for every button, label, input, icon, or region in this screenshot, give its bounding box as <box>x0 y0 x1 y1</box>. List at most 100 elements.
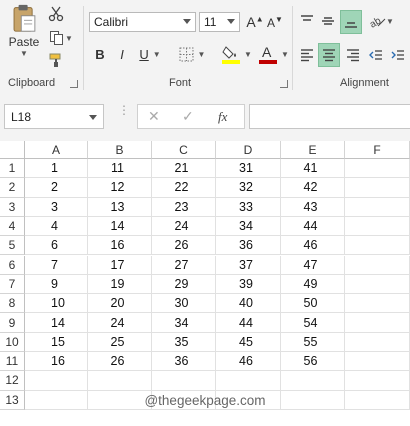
cell-c4[interactable]: 24 <box>152 216 216 237</box>
middle-align-button[interactable] <box>318 10 338 32</box>
column-header-d[interactable]: D <box>216 141 281 159</box>
cell-e12[interactable] <box>281 371 345 391</box>
cell-f8[interactable] <box>345 294 410 314</box>
bottom-align-button[interactable] <box>340 10 362 34</box>
cell-b5[interactable]: 16 <box>88 236 152 256</box>
cell-f10[interactable] <box>345 332 410 352</box>
cell-e6[interactable]: 47 <box>281 255 345 275</box>
cell-b4[interactable]: 14 <box>88 216 152 237</box>
row-header-6[interactable]: 6 <box>0 255 25 275</box>
cell-e10[interactable]: 55 <box>281 332 345 352</box>
cell-a10[interactable]: 15 <box>25 332 88 352</box>
cell-d5[interactable]: 36 <box>216 236 281 256</box>
font-name-combo[interactable]: Calibri <box>89 12 196 32</box>
cell-c11[interactable]: 36 <box>152 352 216 372</box>
italic-button[interactable]: I <box>113 44 131 64</box>
underline-button[interactable]: U ▼ <box>135 44 165 64</box>
cell-e2[interactable]: 42 <box>281 178 345 198</box>
cell-d9[interactable]: 44 <box>216 313 281 333</box>
cell-e3[interactable]: 43 <box>281 197 345 217</box>
insert-function-button[interactable]: fx <box>218 109 227 125</box>
cell-f3[interactable] <box>345 197 410 217</box>
cell-a9[interactable]: 14 <box>25 313 88 333</box>
cell-c6[interactable]: 27 <box>152 255 216 275</box>
column-header-a[interactable]: A <box>25 141 88 159</box>
row-header-1[interactable]: 1 <box>0 159 25 179</box>
cell-f2[interactable] <box>345 178 410 198</box>
cell-c5[interactable]: 26 <box>152 236 216 256</box>
cancel-icon[interactable]: ✕ <box>148 108 160 125</box>
cell-c7[interactable]: 29 <box>152 274 216 295</box>
row-header-5[interactable]: 5 <box>0 236 25 256</box>
decrease-indent-button[interactable] <box>366 44 386 66</box>
cell-f11[interactable] <box>345 352 410 372</box>
cell-b7[interactable]: 19 <box>88 274 152 295</box>
cell-d4[interactable]: 34 <box>216 216 281 237</box>
cell-b11[interactable]: 26 <box>88 352 152 372</box>
cell-e7[interactable]: 49 <box>281 274 345 295</box>
cell-d8[interactable]: 40 <box>216 294 281 314</box>
cell-f12[interactable] <box>345 371 410 391</box>
name-box[interactable]: L18 <box>4 104 104 129</box>
borders-button[interactable]: ▼ <box>176 44 208 64</box>
column-header-f[interactable]: F <box>345 141 410 159</box>
cell-a8[interactable]: 10 <box>25 294 88 314</box>
cell-e4[interactable]: 44 <box>281 216 345 237</box>
confirm-icon[interactable]: ✓ <box>182 108 194 125</box>
cell-b12[interactable] <box>88 371 152 391</box>
drag-handle-icon[interactable]: ⋮ <box>118 104 130 116</box>
row-header-4[interactable]: 4 <box>0 216 25 237</box>
decrease-font-size-button[interactable]: A▼ <box>266 12 284 32</box>
row-header-3[interactable]: 3 <box>0 197 25 217</box>
row-header-8[interactable]: 8 <box>0 294 25 314</box>
top-align-button[interactable] <box>297 10 317 32</box>
cell-d10[interactable]: 45 <box>216 332 281 352</box>
cell-a7[interactable]: 9 <box>25 274 88 295</box>
font-color-button[interactable]: A ▼ <box>257 42 291 66</box>
row-header-10[interactable]: 10 <box>0 332 25 352</box>
cell-d2[interactable]: 32 <box>216 178 281 198</box>
cell-a2[interactable]: 2 <box>25 178 88 198</box>
cell-b6[interactable]: 17 <box>88 255 152 275</box>
cell-b10[interactable]: 25 <box>88 332 152 352</box>
cell-f4[interactable] <box>345 216 410 237</box>
cell-e1[interactable]: 41 <box>281 159 345 179</box>
cell-b2[interactable]: 12 <box>88 178 152 198</box>
row-header-9[interactable]: 9 <box>0 313 25 333</box>
cell-b9[interactable]: 24 <box>88 313 152 333</box>
cell-d11[interactable]: 46 <box>216 352 281 372</box>
cell-f1[interactable] <box>345 159 410 179</box>
align-center-button[interactable] <box>318 43 340 67</box>
cell-d1[interactable]: 31 <box>216 159 281 179</box>
increase-font-size-button[interactable]: A▲ <box>246 12 264 32</box>
spreadsheet-grid[interactable]: A B C D E F 1 1 11 21 31 41 2 2 12 22 32 42 3 3 13 23 33 43 4 4 14… <box>0 141 410 410</box>
cell-c8[interactable]: 30 <box>152 294 216 314</box>
cell-b8[interactable]: 20 <box>88 294 152 314</box>
bold-button[interactable]: B <box>91 44 109 64</box>
cell-f9[interactable] <box>345 313 410 333</box>
row-header-2[interactable]: 2 <box>0 178 25 198</box>
cell-d6[interactable]: 37 <box>216 255 281 275</box>
cell-c3[interactable]: 23 <box>152 197 216 217</box>
cell-d12[interactable] <box>216 371 281 391</box>
cell-a12[interactable] <box>25 371 88 391</box>
cell-a1[interactable]: 1 <box>25 159 88 179</box>
format-painter-button[interactable] <box>46 50 66 70</box>
copy-button[interactable]: ▼ <box>46 28 76 48</box>
dialog-launcher-icon[interactable] <box>70 80 78 88</box>
cell-d3[interactable]: 33 <box>216 197 281 217</box>
column-header-c[interactable]: C <box>152 141 216 159</box>
cell-b1[interactable]: 11 <box>88 159 152 179</box>
select-all-corner[interactable] <box>0 141 25 159</box>
cell-a5[interactable]: 6 <box>25 236 88 256</box>
cell-c12[interactable] <box>152 371 216 391</box>
cell-b3[interactable]: 13 <box>88 197 152 217</box>
cell-f5[interactable] <box>345 236 410 256</box>
paste-button[interactable]: Paste ▼ <box>6 4 42 58</box>
column-header-e[interactable]: E <box>281 141 345 159</box>
cell-a11[interactable]: 16 <box>25 352 88 372</box>
row-header-11[interactable]: 11 <box>0 352 25 372</box>
row-header-7[interactable]: 7 <box>0 274 25 295</box>
cell-e11[interactable]: 56 <box>281 352 345 372</box>
dialog-launcher-icon[interactable] <box>280 80 288 88</box>
